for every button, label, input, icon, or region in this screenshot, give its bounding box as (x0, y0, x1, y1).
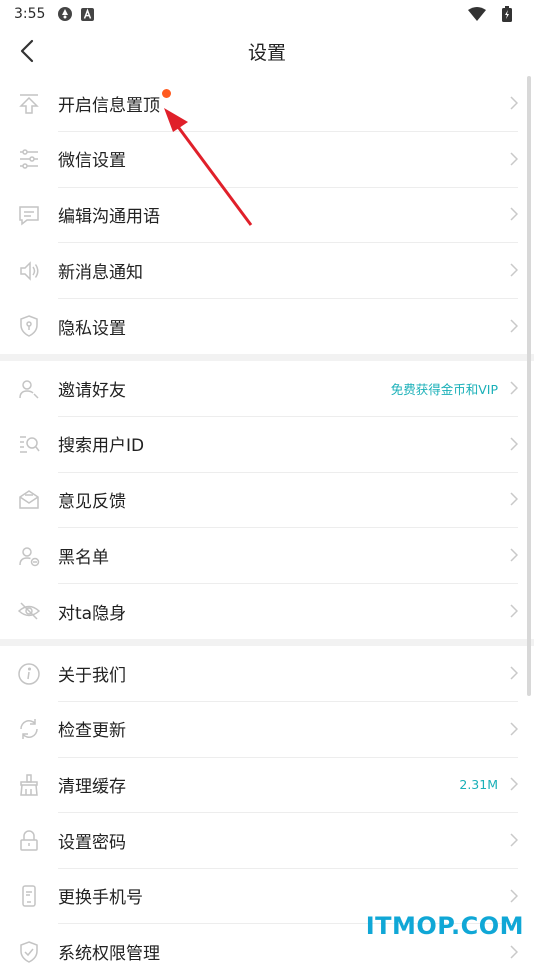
chevron-right-icon (504, 319, 518, 333)
nav-bar: 设置 (0, 28, 534, 74)
broom-icon (0, 773, 58, 797)
user-block-icon (0, 544, 58, 568)
settings-item-label: 微信设置 (58, 151, 126, 172)
settings-item-invisible[interactable]: 对ta隐身 (0, 583, 534, 639)
chevron-right-icon (504, 833, 518, 847)
settings-item-clear-cache[interactable]: 清理缓存 2.31M (0, 757, 534, 814)
chevron-right-icon (504, 889, 518, 903)
phone-icon (0, 884, 58, 908)
status-bar: 3:55 (0, 0, 534, 28)
chevron-right-icon (504, 96, 518, 110)
chevron-right-icon (504, 604, 518, 618)
eye-hidden-icon (0, 599, 58, 623)
user-search-icon (0, 432, 58, 456)
settings-item-update[interactable]: 检查更新 (0, 702, 534, 758)
settings-item-about[interactable]: 关于我们 (0, 646, 534, 703)
sliders-icon (0, 147, 58, 171)
settings-item-label: 对ta隐身 (58, 603, 127, 624)
settings-item-label: 新消息通知 (58, 262, 143, 283)
settings-section-1: 开启信息置顶 微信设置 编辑沟通用语 新消息通知 隐私设置 (0, 76, 534, 354)
settings-item-wechat[interactable]: 微信设置 (0, 132, 534, 188)
settings-item-label: 开启信息置顶 (58, 95, 160, 116)
status-time: 3:55 (14, 6, 46, 22)
settings-item-label: 系统权限管理 (58, 944, 160, 965)
chevron-right-icon (504, 777, 518, 791)
settings-item-label: 意见反馈 (58, 491, 126, 512)
settings-item-label: 编辑沟通用语 (58, 206, 160, 227)
settings-item-label: 关于我们 (58, 665, 126, 686)
chevron-right-icon (504, 437, 518, 451)
chevron-right-icon (504, 263, 518, 277)
chevron-right-icon (504, 945, 518, 959)
invite-reward-text: 免费获得金币和VIP (390, 381, 498, 397)
pin-top-icon (0, 92, 58, 116)
chevron-right-icon (504, 152, 518, 166)
settings-item-label: 检查更新 (58, 721, 126, 742)
speaker-icon (0, 259, 58, 283)
settings-item-label: 清理缓存 (58, 776, 126, 797)
info-icon (0, 662, 58, 686)
settings-item-pin-top[interactable]: 开启信息置顶 (0, 76, 534, 133)
permission-icon (0, 940, 58, 964)
settings-item-label: 黑名单 (58, 547, 109, 568)
page-title: 设置 (247, 42, 286, 64)
settings-item-label: 更换手机号 (58, 888, 143, 909)
chevron-right-icon (504, 548, 518, 562)
settings-item-label: 设置密码 (58, 832, 126, 853)
lock-icon (0, 829, 58, 853)
shield-icon (0, 314, 58, 338)
settings-item-label: 邀请好友 (58, 380, 126, 401)
settings-item-privacy[interactable]: 隐私设置 (0, 298, 534, 354)
chevron-right-icon (504, 492, 518, 506)
settings-item-label: 搜索用户ID (58, 436, 145, 457)
settings-item-search-id[interactable]: 搜索用户ID (0, 417, 534, 473)
settings-item-invite[interactable]: 邀请好友 免费获得金币和VIP (0, 361, 534, 418)
settings-section-2: 邀请好友 免费获得金币和VIP 搜索用户ID 意见反馈 黑名单 对ta隐身 (0, 361, 534, 639)
settings-item-feedback[interactable]: 意见反馈 (0, 472, 534, 529)
settings-item-phrases[interactable]: 编辑沟通用语 (0, 187, 534, 244)
settings-item-blacklist[interactable]: 黑名单 (0, 528, 534, 584)
status-right (468, 6, 520, 22)
settings-item-notifications[interactable]: 新消息通知 (0, 243, 534, 299)
wifi-icon (468, 7, 486, 21)
cache-size-text: 2.31M (459, 776, 498, 792)
settings-item-label: 隐私设置 (58, 318, 126, 339)
battery-icon (502, 6, 512, 22)
user-add-icon (0, 377, 58, 401)
app-notification-icon (57, 6, 73, 22)
chevron-right-icon (504, 381, 518, 395)
chevron-right-icon (504, 207, 518, 222)
settings-list: 开启信息置顶 微信设置 编辑沟通用语 新消息通知 隐私设置 邀请好友 免费获得金… (0, 76, 534, 980)
envelope-icon (0, 488, 58, 512)
chevron-right-icon (504, 666, 518, 680)
settings-item-password[interactable]: 设置密码 (0, 813, 534, 869)
red-dot-badge (162, 88, 171, 98)
message-icon (0, 203, 58, 227)
refresh-icon (0, 717, 58, 741)
chevron-right-icon (504, 722, 518, 736)
a-notification-icon (81, 7, 95, 21)
scrollbar[interactable] (527, 76, 531, 696)
watermark-logo: ITMOP.COM (365, 912, 524, 940)
